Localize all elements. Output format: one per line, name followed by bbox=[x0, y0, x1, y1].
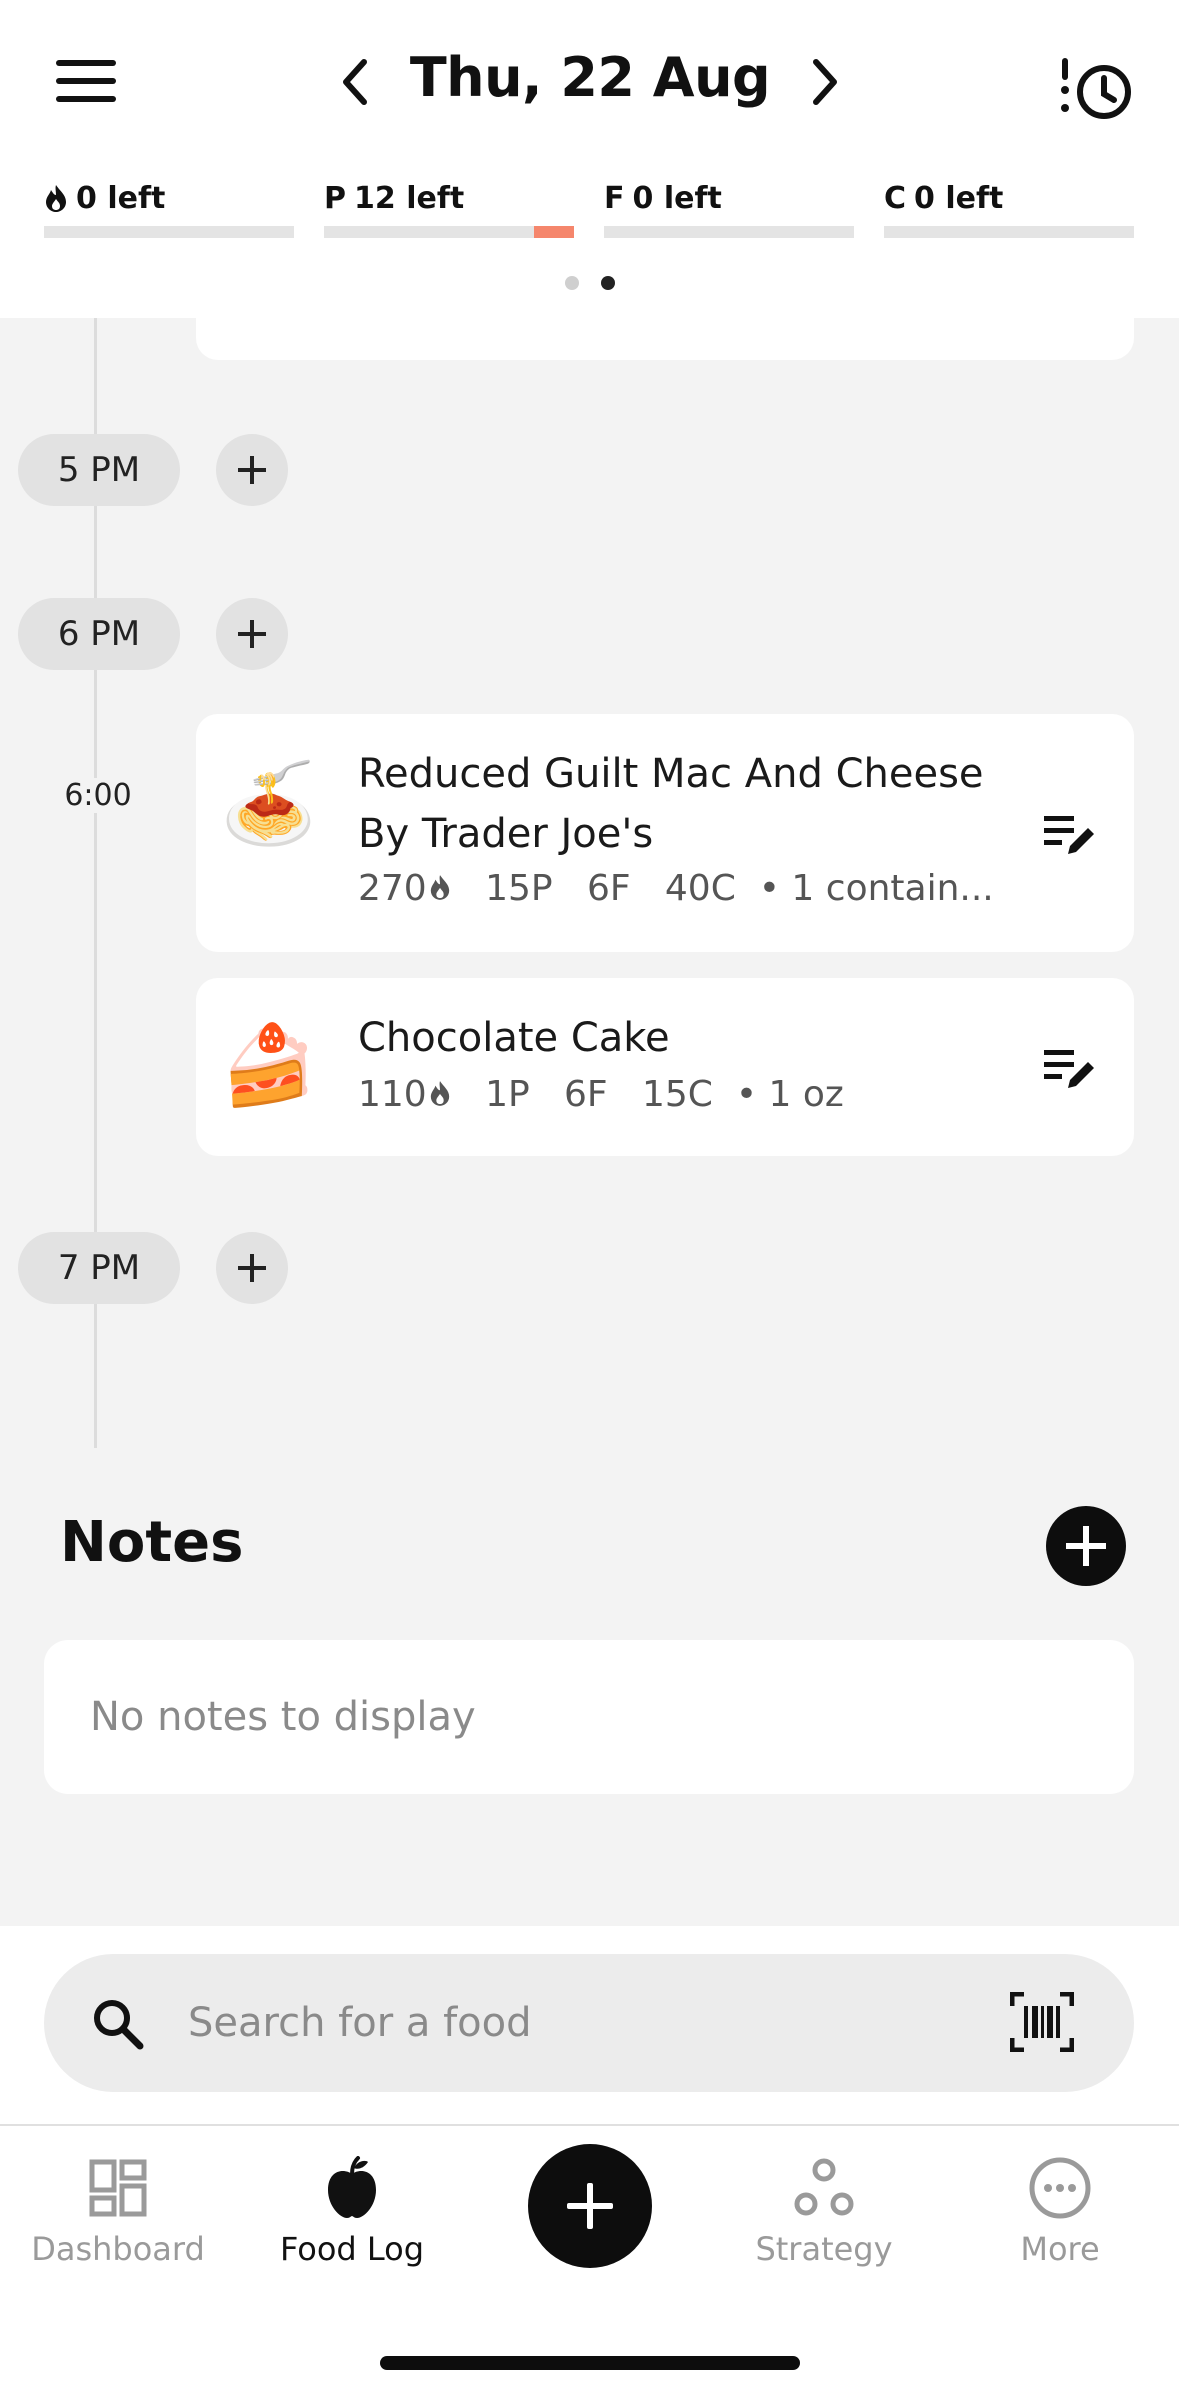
macro-protein-over-fill bbox=[534, 226, 574, 238]
macro-fat: F 0 left bbox=[604, 180, 854, 238]
nav-food-log[interactable]: Food Log bbox=[252, 2156, 452, 2276]
edit-note-icon[interactable] bbox=[1042, 810, 1098, 860]
nav-dashboard[interactable]: Dashboard bbox=[18, 2156, 218, 2276]
header: Thu, 22 Aug 0 left P 12 left F 0 left C … bbox=[0, 0, 1179, 318]
notes-title: Notes bbox=[60, 1510, 244, 1575]
macro-fat-letter: F bbox=[604, 180, 625, 216]
food-stats: 110 1P 6F 15C • 1 oz bbox=[358, 1074, 844, 1115]
notes-empty-state: No notes to display bbox=[44, 1640, 1134, 1794]
macro-protein-label: 12 left bbox=[354, 180, 465, 216]
food-name: Reduced Guilt Mac And Cheese By Trader J… bbox=[358, 751, 984, 857]
food-search-bar[interactable] bbox=[44, 1954, 1134, 2092]
macro-carbs-label: 0 left bbox=[914, 180, 1004, 216]
chevron-right-icon[interactable] bbox=[800, 52, 850, 112]
home-indicator bbox=[380, 2356, 800, 2370]
spaghetti-icon: 🍝 bbox=[220, 759, 318, 849]
more-icon bbox=[1029, 2157, 1091, 2219]
nav-more-label: More bbox=[1020, 2230, 1100, 2268]
previous-food-card[interactable] bbox=[196, 318, 1134, 360]
divider bbox=[0, 2124, 1179, 2126]
food-stats: 270 15P 6F 40C • 1 contain... bbox=[358, 868, 994, 909]
add-food-6pm-button[interactable] bbox=[216, 598, 288, 670]
add-button[interactable] bbox=[528, 2144, 652, 2268]
search-icon bbox=[94, 2000, 144, 2050]
macro-protein: P 12 left bbox=[324, 180, 574, 238]
bottom-panel: Dashboard Food Log Strategy More bbox=[0, 1926, 1179, 2396]
entry-time: 6:00 bbox=[40, 778, 156, 813]
flame-icon bbox=[46, 185, 66, 212]
edit-note-icon[interactable] bbox=[1042, 1044, 1098, 1094]
history-clock-icon[interactable] bbox=[1058, 54, 1134, 124]
macro-bars[interactable]: 0 left P 12 left F 0 left C 0 left bbox=[44, 180, 1136, 240]
flame-icon bbox=[430, 1081, 449, 1106]
dashboard-icon bbox=[89, 2159, 147, 2217]
nav-strategy-label: Strategy bbox=[755, 2230, 893, 2268]
macro-carbs: C 0 left bbox=[884, 180, 1134, 238]
hour-label-6pm: 6 PM bbox=[18, 598, 180, 670]
search-input[interactable] bbox=[188, 1988, 988, 2058]
page-dot-active[interactable] bbox=[600, 276, 615, 290]
hour-label-5pm: 5 PM bbox=[18, 434, 180, 506]
food-entry-card[interactable]: 🍝 Reduced Guilt Mac And Cheese By Trader… bbox=[196, 714, 1134, 952]
barcode-scan-icon[interactable] bbox=[1010, 1992, 1074, 2052]
hamburger-menu-icon[interactable] bbox=[56, 60, 118, 104]
cake-icon: 🍰 bbox=[220, 1021, 318, 1111]
food-entry-card[interactable]: 🍰 Chocolate Cake 110 1P 6F 15C • 1 oz bbox=[196, 978, 1134, 1156]
flame-icon bbox=[430, 875, 449, 900]
hour-label-7pm: 7 PM bbox=[18, 1232, 180, 1304]
macro-fat-label: 0 left bbox=[632, 180, 722, 216]
chevron-left-icon[interactable] bbox=[330, 52, 380, 112]
macro-calories-label: 0 left bbox=[76, 180, 166, 216]
nav-dashboard-label: Dashboard bbox=[31, 2230, 205, 2268]
add-note-button[interactable] bbox=[1046, 1506, 1126, 1586]
date-title[interactable]: Thu, 22 Aug bbox=[400, 46, 780, 109]
strategy-icon bbox=[794, 2158, 854, 2216]
food-name: Chocolate Cake bbox=[358, 1015, 670, 1061]
nav-food-log-label: Food Log bbox=[279, 2230, 425, 2268]
page-dot[interactable] bbox=[564, 276, 579, 290]
add-food-5pm-button[interactable] bbox=[216, 434, 288, 506]
nav-more[interactable]: More bbox=[960, 2156, 1160, 2276]
add-food-7pm-button[interactable] bbox=[216, 1232, 288, 1304]
macro-protein-letter: P bbox=[324, 180, 346, 216]
nav-strategy[interactable]: Strategy bbox=[724, 2156, 924, 2276]
apple-icon bbox=[328, 2156, 376, 2218]
macro-carbs-letter: C bbox=[884, 180, 907, 216]
page-indicator[interactable] bbox=[0, 276, 1179, 290]
macro-calories: 0 left bbox=[44, 180, 294, 238]
